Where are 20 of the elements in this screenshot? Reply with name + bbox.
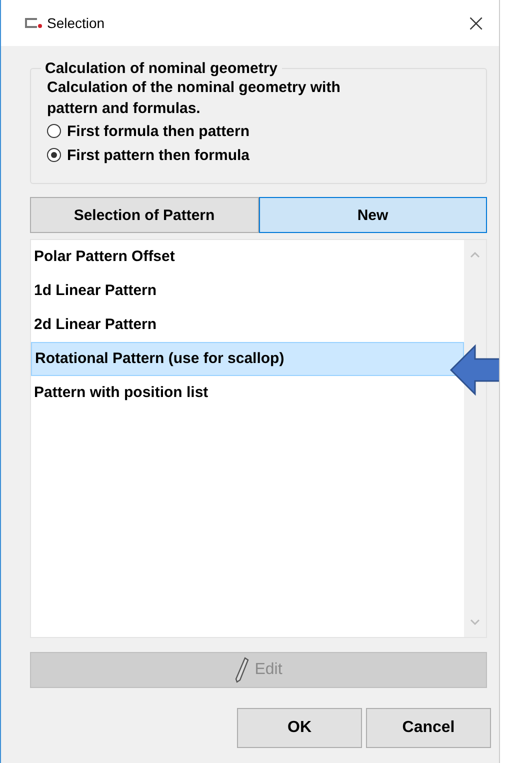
group-description: Calculation of the nominal geometry with pattern and formulas. <box>47 78 342 119</box>
tab[interactable]: Selection of Pattern <box>30 197 258 233</box>
tab[interactable]: New <box>258 197 487 233</box>
radio-option[interactable]: First formula then pattern <box>47 119 476 143</box>
list-item[interactable]: Pattern with position list <box>31 376 212 410</box>
list-item[interactable]: Rotational Pattern (use for scallop) <box>31 342 464 376</box>
close-button[interactable]: × <box>453 0 499 46</box>
pencil-icon <box>234 657 249 683</box>
left-arrow-icon <box>449 344 499 396</box>
radio-button[interactable] <box>47 148 61 162</box>
dialog-button[interactable]: OK <box>237 708 362 748</box>
list-item[interactable]: 1d Linear Pattern <box>31 274 160 308</box>
radio-option[interactable]: First pattern then formula <box>47 143 476 167</box>
dialog-button[interactable]: Cancel <box>366 708 491 748</box>
group-title: Calculation of nominal geometry <box>44 60 279 77</box>
radio-button[interactable] <box>47 124 61 138</box>
list-item[interactable]: Polar Pattern Offset <box>31 240 178 274</box>
list-item[interactable]: 2d Linear Pattern <box>31 308 160 342</box>
window-title: Selection <box>47 15 106 31</box>
app-logo-icon <box>23 17 43 29</box>
